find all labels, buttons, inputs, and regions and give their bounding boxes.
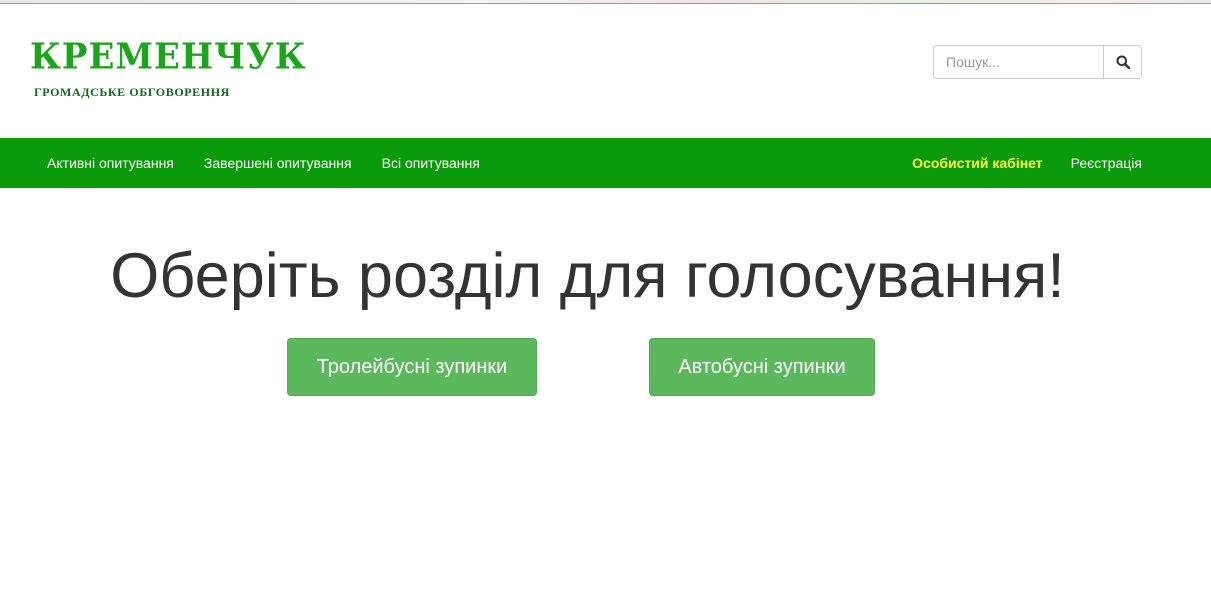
logo-title: КРЕМЕНЧУК [30,35,307,78]
search-input[interactable] [933,45,1103,79]
search-form [933,45,1142,79]
search-button[interactable] [1103,45,1142,79]
site-logo[interactable]: КРЕМЕНЧУК ГРОМАДСЬКЕ ОБГОВОРЕННЯ [20,27,306,117]
search-icon [1116,55,1130,69]
nav-all-polls[interactable]: Всі опитування [367,138,495,188]
nav-personal-cabinet[interactable]: Особистий кабінет [898,138,1056,188]
trolleybus-stops-button[interactable]: Тролейбусні зупинки [287,338,537,396]
bus-stops-button[interactable]: Автобусні зупинки [649,338,875,396]
site-header: КРЕМЕНЧУК ГРОМАДСЬКЕ ОБГОВОРЕННЯ [0,5,1211,138]
nav-finished-polls[interactable]: Завершені опитування [189,138,367,188]
main-navbar: Активні опитування Завершені опитування … [0,138,1211,188]
nav-active-polls[interactable]: Активні опитування [32,138,189,188]
page-title: Оберіть розділ для голосування! [110,241,1065,311]
nav-registration[interactable]: Реєстрація [1057,138,1157,188]
nav-right-group: Особистий кабінет Реєстрація [898,138,1157,188]
nav-left-group: Активні опитування Завершені опитування … [32,138,495,188]
logo-subtitle: ГРОМАДСЬКЕ ОБГОВОРЕННЯ [34,84,230,99]
top-decorative-border [0,0,1211,4]
